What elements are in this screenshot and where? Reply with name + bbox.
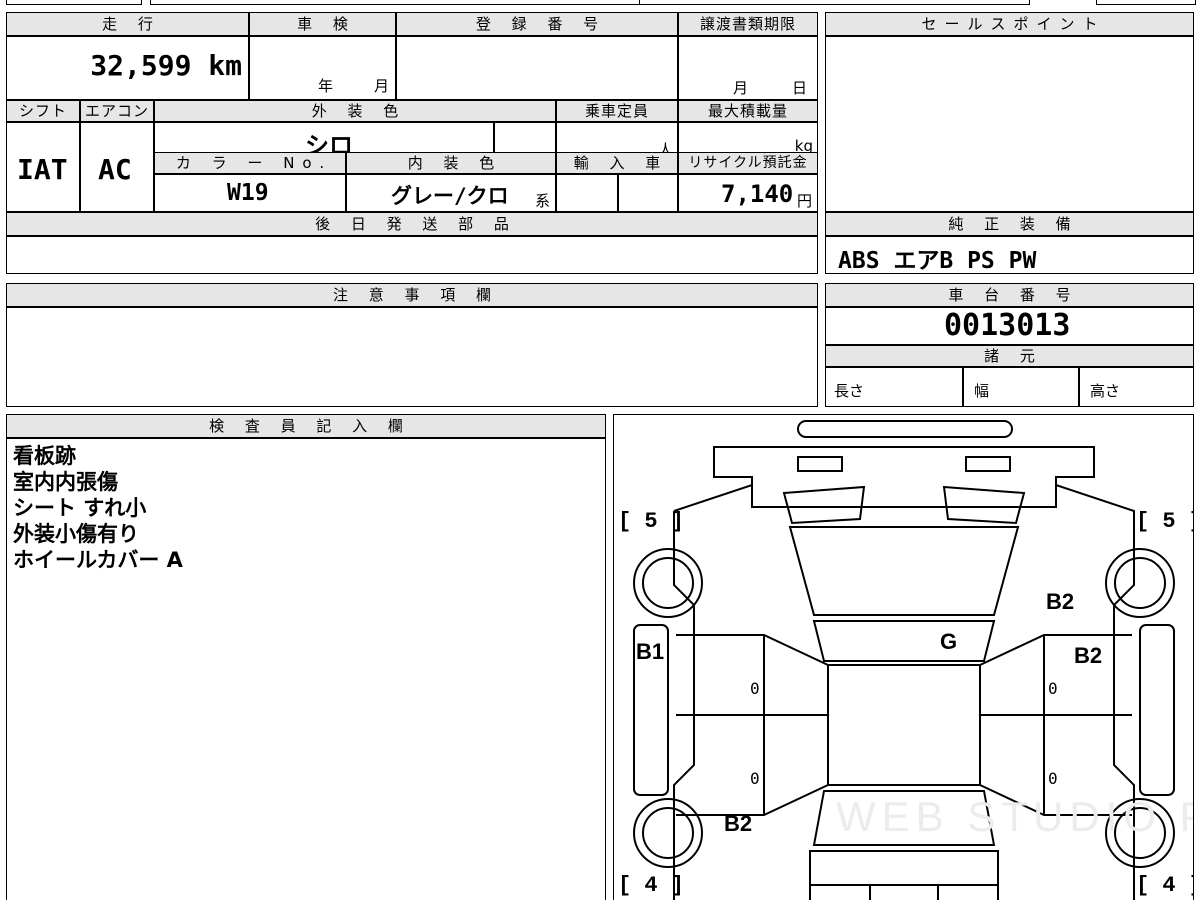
damage-mark-b2-right[interactable]: B2 [1074,643,1102,669]
recycle-header: リサイクル預託金 [678,152,818,174]
interior-color-cell: グレー/クロ 系 [346,174,556,212]
inspector-line: 室内内張傷 [13,470,118,494]
tire-count-rear-right: [ 4 ] [1136,873,1193,898]
exterior-color-header: 外 装 色 [154,100,556,122]
chassis-panel: 車 台 番 号 0013013 諸 元 長さ 幅 高さ [825,283,1194,407]
watermark: WEB STUDIO PRO [836,793,1193,840]
interior-color-suffix: 系 [535,192,551,210]
max-load-header: 最大積載量 [678,100,818,122]
interior-color-value: グレー/クロ [391,184,509,208]
spec-header: 諸 元 [825,345,1194,367]
panel-zero-marker: 0 [750,769,760,788]
shift-cell: IAT [6,122,80,212]
capacity-header: 乗車定員 [556,100,678,122]
inspection-year-unit: 年 [318,77,334,95]
mileage-value: 32,599 km [90,49,242,82]
tire-count-front-left: [ 5 ] [618,509,685,534]
inspection-header: 車 検 [249,12,396,36]
spec-width-label: 幅 [974,382,990,400]
registration-cell [396,36,678,100]
sales-point-header: セールスポイント [825,12,1194,36]
recycle-unit: 円 [797,192,813,210]
recycle-value: 7,140 [721,180,794,208]
registration-header: 登 録 番 号 [396,12,678,36]
notes-body [6,307,818,407]
equipment-cell: ABS エアB PS PW [825,236,1194,274]
transfer-deadline-header: 譲渡書類期限 [678,12,818,36]
inspection-cell: 年 月 [249,36,396,100]
spec-height-label: 高さ [1090,382,1121,400]
inspector-line: ホイールカバー A [13,548,183,572]
damage-mark-b2-rear-left[interactable]: B2 [724,811,752,837]
inspector-panel: 検 査 員 記 入 欄 看板跡 室内内張傷 シート すれ小 外装小傷有り ホイー… [6,414,606,900]
equipment-header: 純 正 装 備 [825,212,1194,236]
inspector-line: シート すれ小 [13,496,147,520]
inspector-line: 外装小傷有り [13,522,139,546]
import-cell-b [618,174,678,212]
inspector-header: 検 査 員 記 入 欄 [6,414,606,438]
transfer-month-unit: 月 [733,79,749,97]
transfer-deadline-cell: 月 日 [678,36,818,100]
vehicle-info-panel: 走 行 車 検 登 録 番 号 譲渡書類期限 32,599 km 年 月 月 日… [6,12,818,274]
inspection-month-unit: 月 [374,77,390,95]
aircon-header: エアコン [80,100,154,122]
chassis-cell: 0013013 [825,307,1194,345]
mileage-cell: 32,599 km [6,36,249,100]
spec-height-cell: 高さ [1079,367,1194,407]
spec-width-cell: 幅 [963,367,1079,407]
sales-point-body [825,36,1194,212]
recycle-cell: 7,140 円 [678,174,818,212]
chassis-header: 車 台 番 号 [825,283,1194,307]
import-header: 輸 入 車 [556,152,678,174]
panel-zero-marker: 0 [1048,679,1058,698]
damage-mark-b1-left[interactable]: B1 [636,639,664,665]
color-no-cell: W19 [154,174,346,212]
damage-diagram-panel: WEB STUDIO PRO [ 5 ] [ 5 ] [ 4 ] [ 4 ] B… [613,414,1194,900]
aircon-value: AC [98,153,132,186]
tire-count-front-right: [ 5 ] [1136,509,1193,534]
later-parts-header: 後 日 発 送 部 品 [6,212,818,236]
panel-zero-marker: 0 [750,679,760,698]
equipment-value: ABS エアB PS PW [838,248,1037,274]
color-no-header: カ ラ ー No. [154,152,346,174]
import-cell-a [556,174,618,212]
shift-value: IAT [17,153,68,186]
inspector-body: 看板跡 室内内張傷 シート すれ小 外装小傷有り ホイールカバー A [6,438,606,900]
interior-color-header: 内 装 色 [346,152,556,174]
top-strip [0,0,1200,6]
damage-mark-b2-front-right[interactable]: B2 [1046,589,1074,615]
shift-header: シフト [6,100,80,122]
notes-panel: 注 意 事 項 欄 [6,283,818,407]
color-no-value: W19 [227,180,269,206]
chassis-number: 0013013 [944,308,1071,343]
panel-zero-marker: 0 [1048,769,1058,788]
mileage-header: 走 行 [6,12,249,36]
tire-count-rear-left: [ 4 ] [618,873,685,898]
aircon-cell: AC [80,122,154,212]
inspector-line: 看板跡 [13,444,76,468]
notes-header: 注 意 事 項 欄 [6,283,818,307]
damage-mark-g-windshield[interactable]: G [940,629,957,655]
sales-point-panel: セールスポイント 純 正 装 備 ABS エアB PS PW [825,12,1194,274]
spec-length-label: 長さ [834,382,865,400]
later-parts-cell [6,236,818,274]
transfer-day-unit: 日 [792,79,808,97]
spec-length-cell: 長さ [825,367,963,407]
